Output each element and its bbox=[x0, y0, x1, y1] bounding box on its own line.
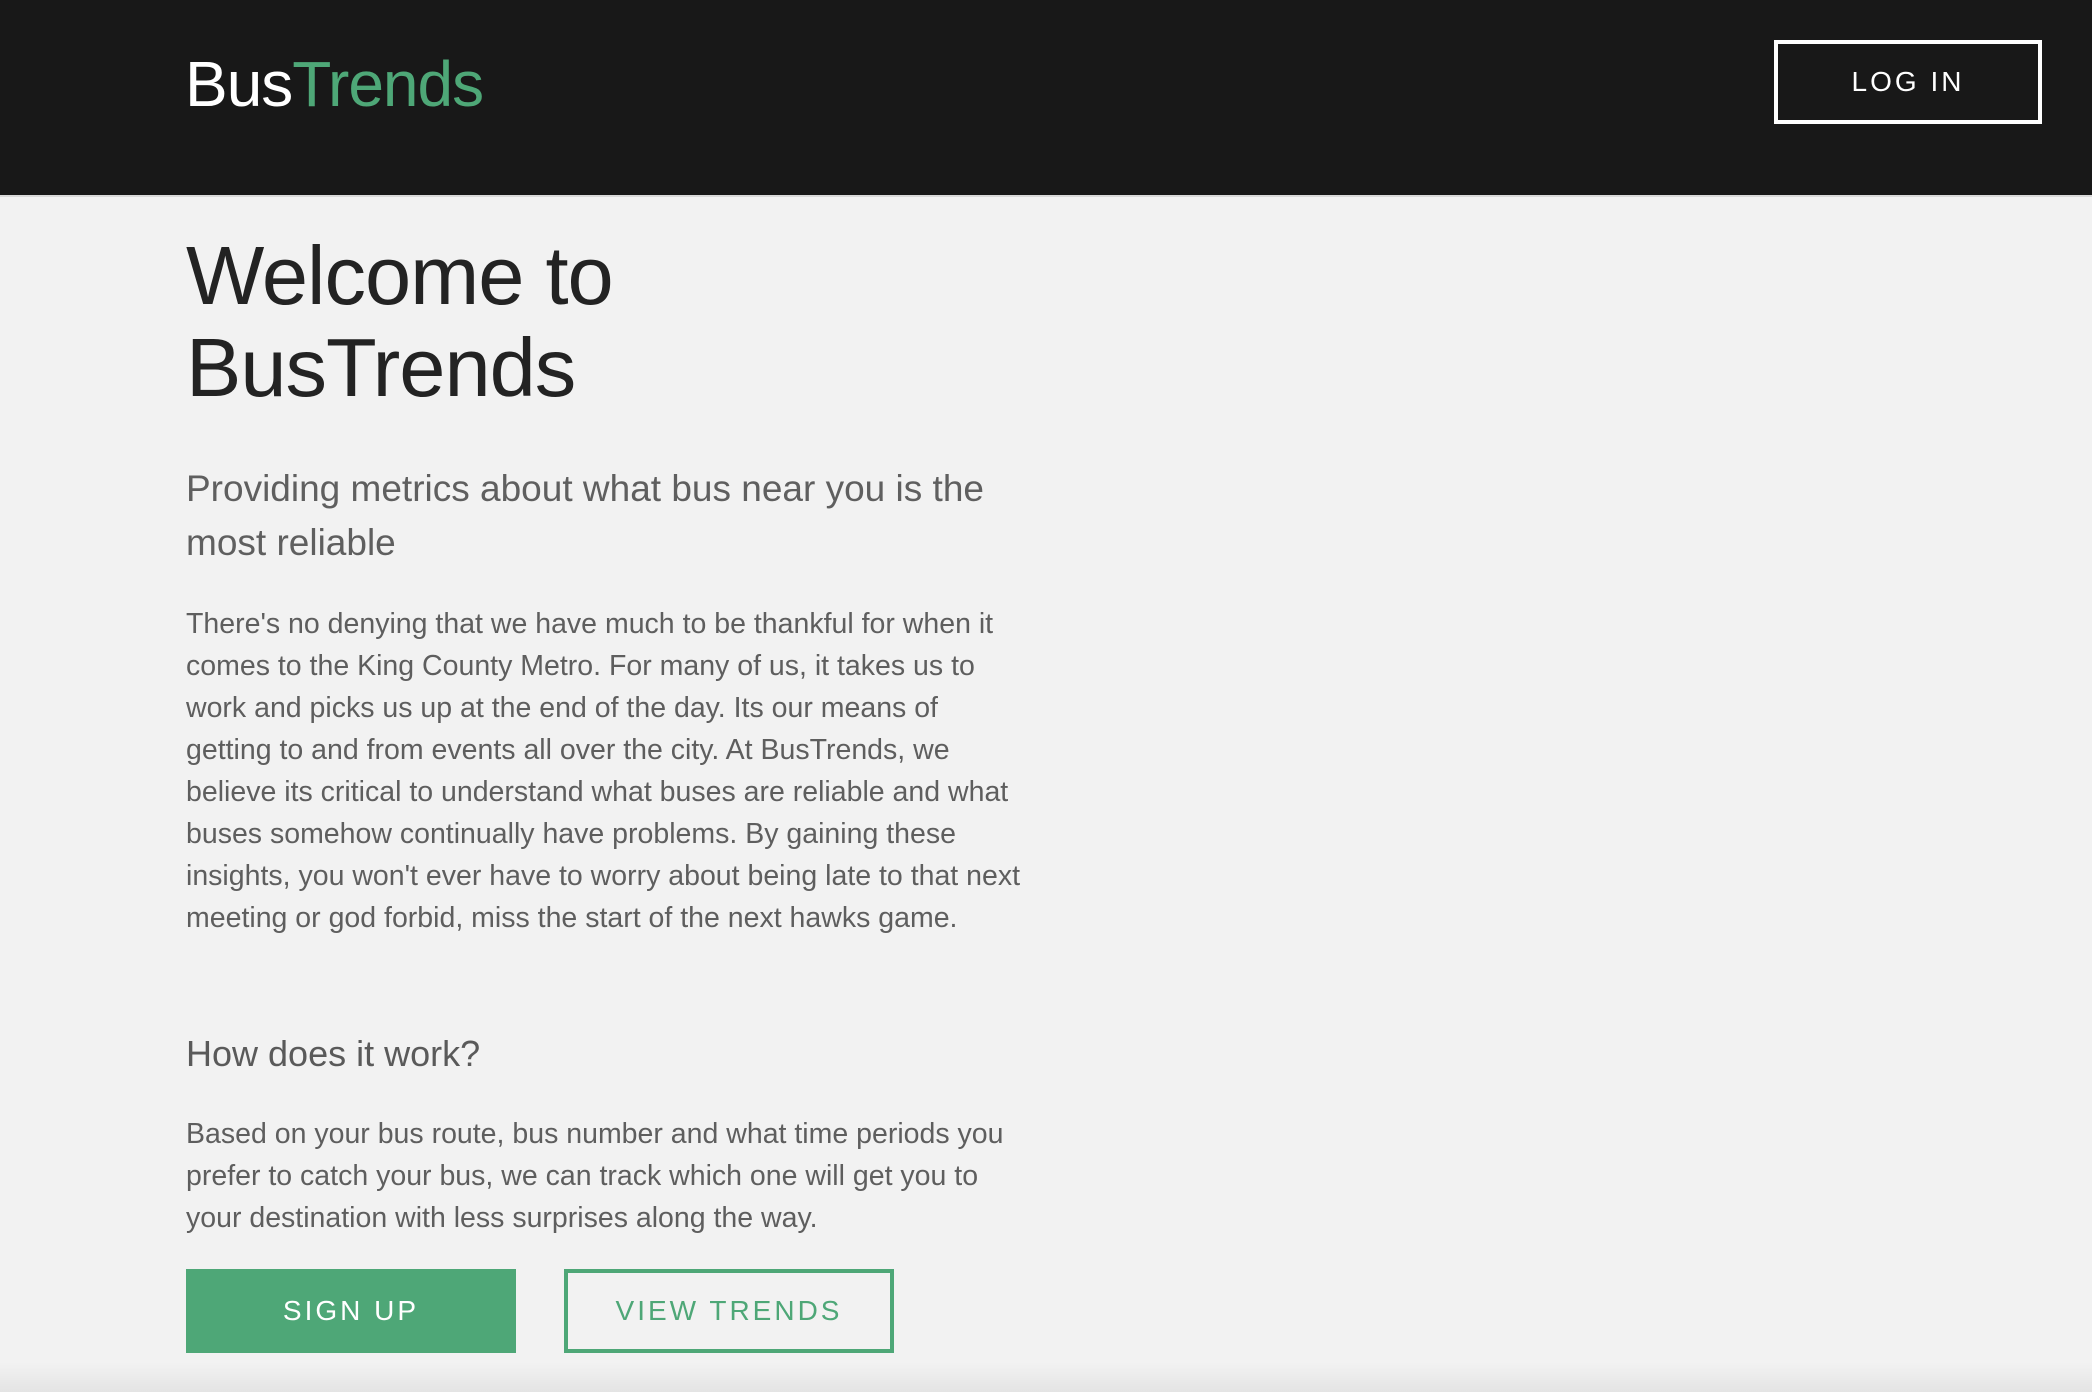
logo-text-bus: Bus bbox=[185, 48, 293, 120]
page-title-line-2: BusTrends bbox=[186, 321, 576, 414]
page-title: Welcome to BusTrends bbox=[186, 230, 1026, 414]
page-title-line-1: Welcome to bbox=[186, 229, 614, 322]
view-trends-button[interactable]: VIEW TRENDS bbox=[564, 1269, 894, 1353]
sign-up-button[interactable]: SIGN UP bbox=[186, 1269, 516, 1353]
login-button[interactable]: LOG IN bbox=[1774, 40, 2042, 124]
intro-paragraph: There's no denying that we have much to … bbox=[186, 608, 1021, 934]
top-navbar: BusTrends LOG IN bbox=[0, 0, 2092, 197]
main-content: Welcome to BusTrends Providing metrics a… bbox=[186, 230, 1026, 1353]
how-it-works-paragraph: Based on your bus route, bus number and … bbox=[186, 1118, 1004, 1234]
brand-logo[interactable]: BusTrends bbox=[185, 44, 484, 124]
logo-text-trends: Trends bbox=[292, 48, 484, 120]
bottom-shadow bbox=[0, 1362, 2092, 1392]
how-it-works-heading: How does it work? bbox=[186, 1033, 481, 1074]
tagline: Providing metrics about what bus near yo… bbox=[186, 468, 984, 563]
